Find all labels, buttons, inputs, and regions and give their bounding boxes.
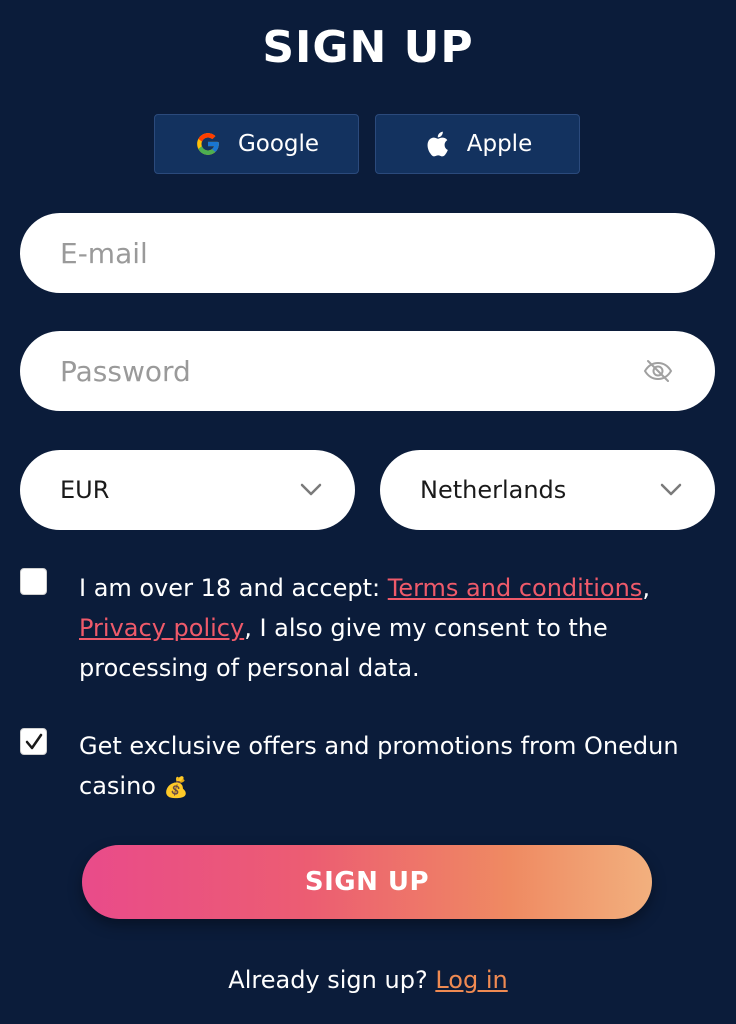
- apple-signin-button[interactable]: Apple: [375, 114, 580, 174]
- currency-value: EUR: [60, 476, 110, 504]
- terms-link[interactable]: Terms and conditions: [388, 574, 643, 602]
- signup-page: SIGN UP Google Apple E-mail EUR Netherla…: [0, 0, 736, 1024]
- chevron-down-icon: [297, 476, 325, 504]
- eye-slash-icon[interactable]: [641, 354, 675, 388]
- google-icon: [194, 130, 222, 158]
- money-bag-icon: 💰: [163, 775, 189, 799]
- sign-up-button[interactable]: SIGN UP: [82, 845, 652, 919]
- google-label: Google: [237, 131, 320, 157]
- email-field-container: [20, 213, 715, 293]
- apple-icon: [423, 130, 451, 158]
- email-input[interactable]: [60, 236, 675, 270]
- terms-separator: ,: [642, 574, 650, 602]
- password-input[interactable]: [60, 354, 641, 388]
- offers-checkbox[interactable]: [20, 728, 47, 755]
- login-link[interactable]: Log in: [435, 966, 507, 994]
- country-value: Netherlands: [420, 476, 567, 504]
- apple-label: Apple: [466, 131, 533, 157]
- login-prompt-text: Already sign up?: [228, 966, 436, 994]
- page-title: SIGN UP: [262, 22, 474, 73]
- terms-consent-text: I am over 18 and accept: Terms and condi…: [79, 568, 719, 688]
- checkmark-icon: [25, 733, 42, 749]
- terms-prefix: I am over 18 and accept:: [79, 574, 388, 602]
- currency-select[interactable]: EUR: [20, 450, 355, 530]
- google-signin-button[interactable]: Google: [154, 114, 359, 174]
- privacy-policy-link[interactable]: Privacy policy: [79, 614, 244, 642]
- login-prompt: Already sign up? Log in: [0, 966, 736, 994]
- chevron-down-icon: [657, 476, 685, 504]
- password-field-container: [20, 331, 715, 411]
- country-select[interactable]: Netherlands: [380, 450, 715, 530]
- offers-consent-text: Get exclusive offers and promotions from…: [79, 726, 719, 807]
- terms-checkbox[interactable]: [20, 568, 47, 595]
